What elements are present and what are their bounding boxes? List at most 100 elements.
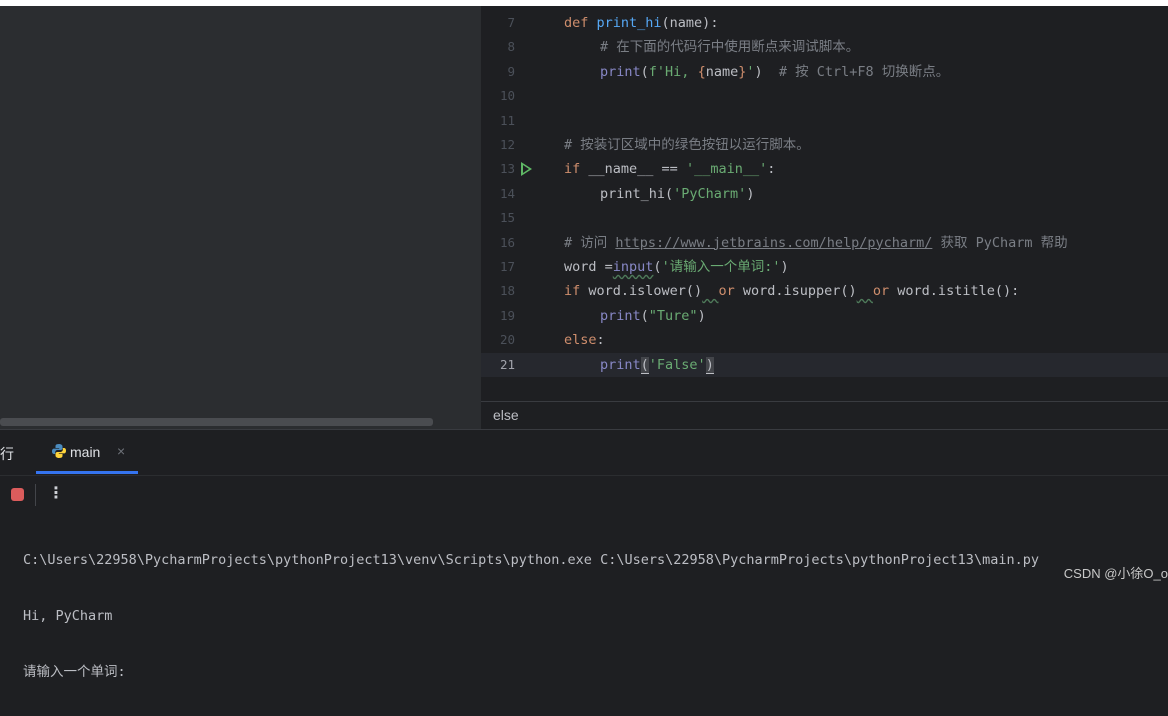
code-line[interactable]: 19 print("Ture"): [481, 304, 1168, 328]
code-line[interactable]: 11: [481, 109, 1168, 133]
tab-selected-indicator: [36, 471, 138, 474]
code-token: # 按 Ctrl+F8 切换断点。: [778, 63, 950, 80]
python-icon: [52, 444, 66, 458]
code-text: print_hi('PyCharm'): [564, 182, 754, 206]
code-token: or: [872, 283, 898, 300]
code-line[interactable]: 17 word =input('请输入一个单词:'): [481, 255, 1168, 279]
code-line[interactable]: 12 # 按装订区域中的绿色按钮以运行脚本。: [481, 133, 1168, 157]
code-token: https://www.jetbrains.com/help/pycharm/: [615, 234, 933, 251]
console-line: 请输入一个单词:: [23, 664, 126, 680]
code-token: (: [653, 259, 662, 275]
code-text: print(f'Hi, {name}') # 按 Ctrl+F8 切换断点。: [564, 60, 949, 84]
code-token: ): [746, 185, 755, 202]
code-token: print: [600, 307, 641, 324]
code-token: word =: [564, 259, 613, 275]
code-line[interactable]: 13 if __name__ == '__main__':: [481, 157, 1168, 181]
breadcrumb[interactable]: else: [481, 401, 1168, 429]
code-text: # 按装订区域中的绿色按钮以运行脚本。: [564, 133, 810, 157]
code-line[interactable]: 10: [481, 84, 1168, 108]
line-number[interactable]: 10: [481, 84, 515, 108]
code-token: word.istitle():: [897, 283, 1020, 300]
console-line: C:\Users\22958\PycharmProjects\pythonPro…: [23, 552, 1039, 568]
code-line[interactable]: 18 if word.islower() or word.isupper() or…: [481, 279, 1168, 303]
close-icon[interactable]: ×: [117, 443, 125, 459]
code-token: {: [697, 63, 706, 80]
code-token: name: [705, 63, 739, 80]
project-pane: [0, 6, 481, 429]
line-number[interactable]: 20: [481, 328, 515, 352]
code-token: :: [596, 332, 605, 349]
code-token: 获取 PyCharm 帮助: [932, 234, 1068, 251]
code-token: ): [780, 259, 789, 275]
code-token: :: [767, 161, 776, 178]
line-number[interactable]: 9: [481, 60, 515, 84]
code-text: print("Ture"): [564, 304, 706, 328]
line-number[interactable]: 8: [481, 35, 515, 59]
code-token: f'Hi,: [648, 63, 698, 80]
code-token: print: [600, 63, 641, 80]
code-token: word.islower(): [588, 283, 703, 300]
code-token: '请输入一个单词:': [661, 259, 781, 275]
line-number[interactable]: 17: [481, 255, 515, 279]
code-text: # 访问 https://www.jetbrains.com/help/pych…: [564, 231, 1068, 255]
line-number[interactable]: 7: [481, 11, 515, 35]
code-line[interactable]: 20 else:: [481, 328, 1168, 352]
run-gutter-icon[interactable]: [521, 162, 532, 177]
code-token: (name):: [661, 15, 719, 31]
more-options-icon[interactable]: ⋮: [48, 483, 64, 503]
horizontal-scrollbar[interactable]: [0, 418, 433, 426]
code-line[interactable]: 21 print('False'): [481, 352, 1168, 377]
line-number[interactable]: 11: [481, 109, 515, 133]
line-number[interactable]: 19: [481, 304, 515, 328]
code-token: or: [718, 283, 743, 300]
code-token: __name__ ==: [588, 161, 686, 178]
line-number[interactable]: 16: [481, 231, 515, 255]
code-token: ): [705, 356, 714, 374]
line-number[interactable]: 15: [481, 206, 515, 230]
stop-button[interactable]: [11, 488, 24, 501]
code-text: if word.islower() or word.isupper() or w…: [564, 279, 1019, 303]
code-token: ): [754, 63, 779, 80]
code-token: (: [640, 63, 649, 80]
code-token: if: [564, 161, 589, 178]
toolbar-divider: [35, 484, 36, 506]
code-token: # 按装订区域中的绿色按钮以运行脚本。: [564, 137, 810, 153]
run-toolbar: ⋮: [0, 475, 1168, 512]
line-number[interactable]: 18: [481, 279, 515, 303]
code-token: "Ture": [648, 307, 698, 324]
code-token: ': [746, 63, 755, 80]
tab-main[interactable]: main ×: [36, 430, 138, 474]
code-text: print('False'): [564, 353, 714, 377]
code-line[interactable]: 14 print_hi('PyCharm'): [481, 182, 1168, 206]
console-output[interactable]: C:\Users\22958\PycharmProjects\pythonPro…: [23, 516, 1039, 716]
code-editor[interactable]: 7 def print_hi(name): 8 # 在下面的代码行中使用断点来调试脚本…: [481, 6, 1168, 401]
watermark: CSDN @小徐O_o: [1063, 566, 1168, 581]
code-line[interactable]: 15: [481, 206, 1168, 230]
code-text: # 在下面的代码行中使用断点来调试脚本。: [564, 35, 859, 59]
code-token: # 访问: [564, 234, 616, 251]
code-line[interactable]: 9 print(f'Hi, {name}') # 按 Ctrl+F8 切换断点。: [481, 60, 1168, 84]
line-number[interactable]: 21: [481, 353, 515, 377]
code-line[interactable]: 7 def print_hi(name):: [481, 11, 1168, 35]
code-text: else:: [564, 328, 605, 352]
code-token: '__main__': [685, 161, 768, 178]
code-token: print_hi: [596, 15, 662, 31]
code-token: if: [564, 283, 589, 300]
code-token: 'False': [648, 356, 706, 373]
code-token: word.isupper(): [742, 283, 857, 300]
code-token: def: [564, 15, 597, 31]
code-text: word =input('请输入一个单词:'): [564, 255, 789, 279]
line-number[interactable]: 12: [481, 133, 515, 157]
run-panel: 行 main × ⋮ C:\Users\22958\PycharmProject…: [0, 429, 1168, 680]
code-line[interactable]: 16 # 访问 https://www.jetbrains.com/help/py…: [481, 231, 1168, 255]
code-line[interactable]: 8 # 在下面的代码行中使用断点来调试脚本。: [481, 35, 1168, 59]
code-token: print_hi(: [600, 185, 674, 202]
line-number[interactable]: 13: [481, 157, 515, 181]
run-panel-title: 行: [0, 446, 14, 462]
code-token: else: [564, 332, 597, 349]
breadcrumb-item[interactable]: else: [493, 407, 519, 423]
code-token: (: [640, 307, 649, 324]
line-number[interactable]: 14: [481, 182, 515, 206]
